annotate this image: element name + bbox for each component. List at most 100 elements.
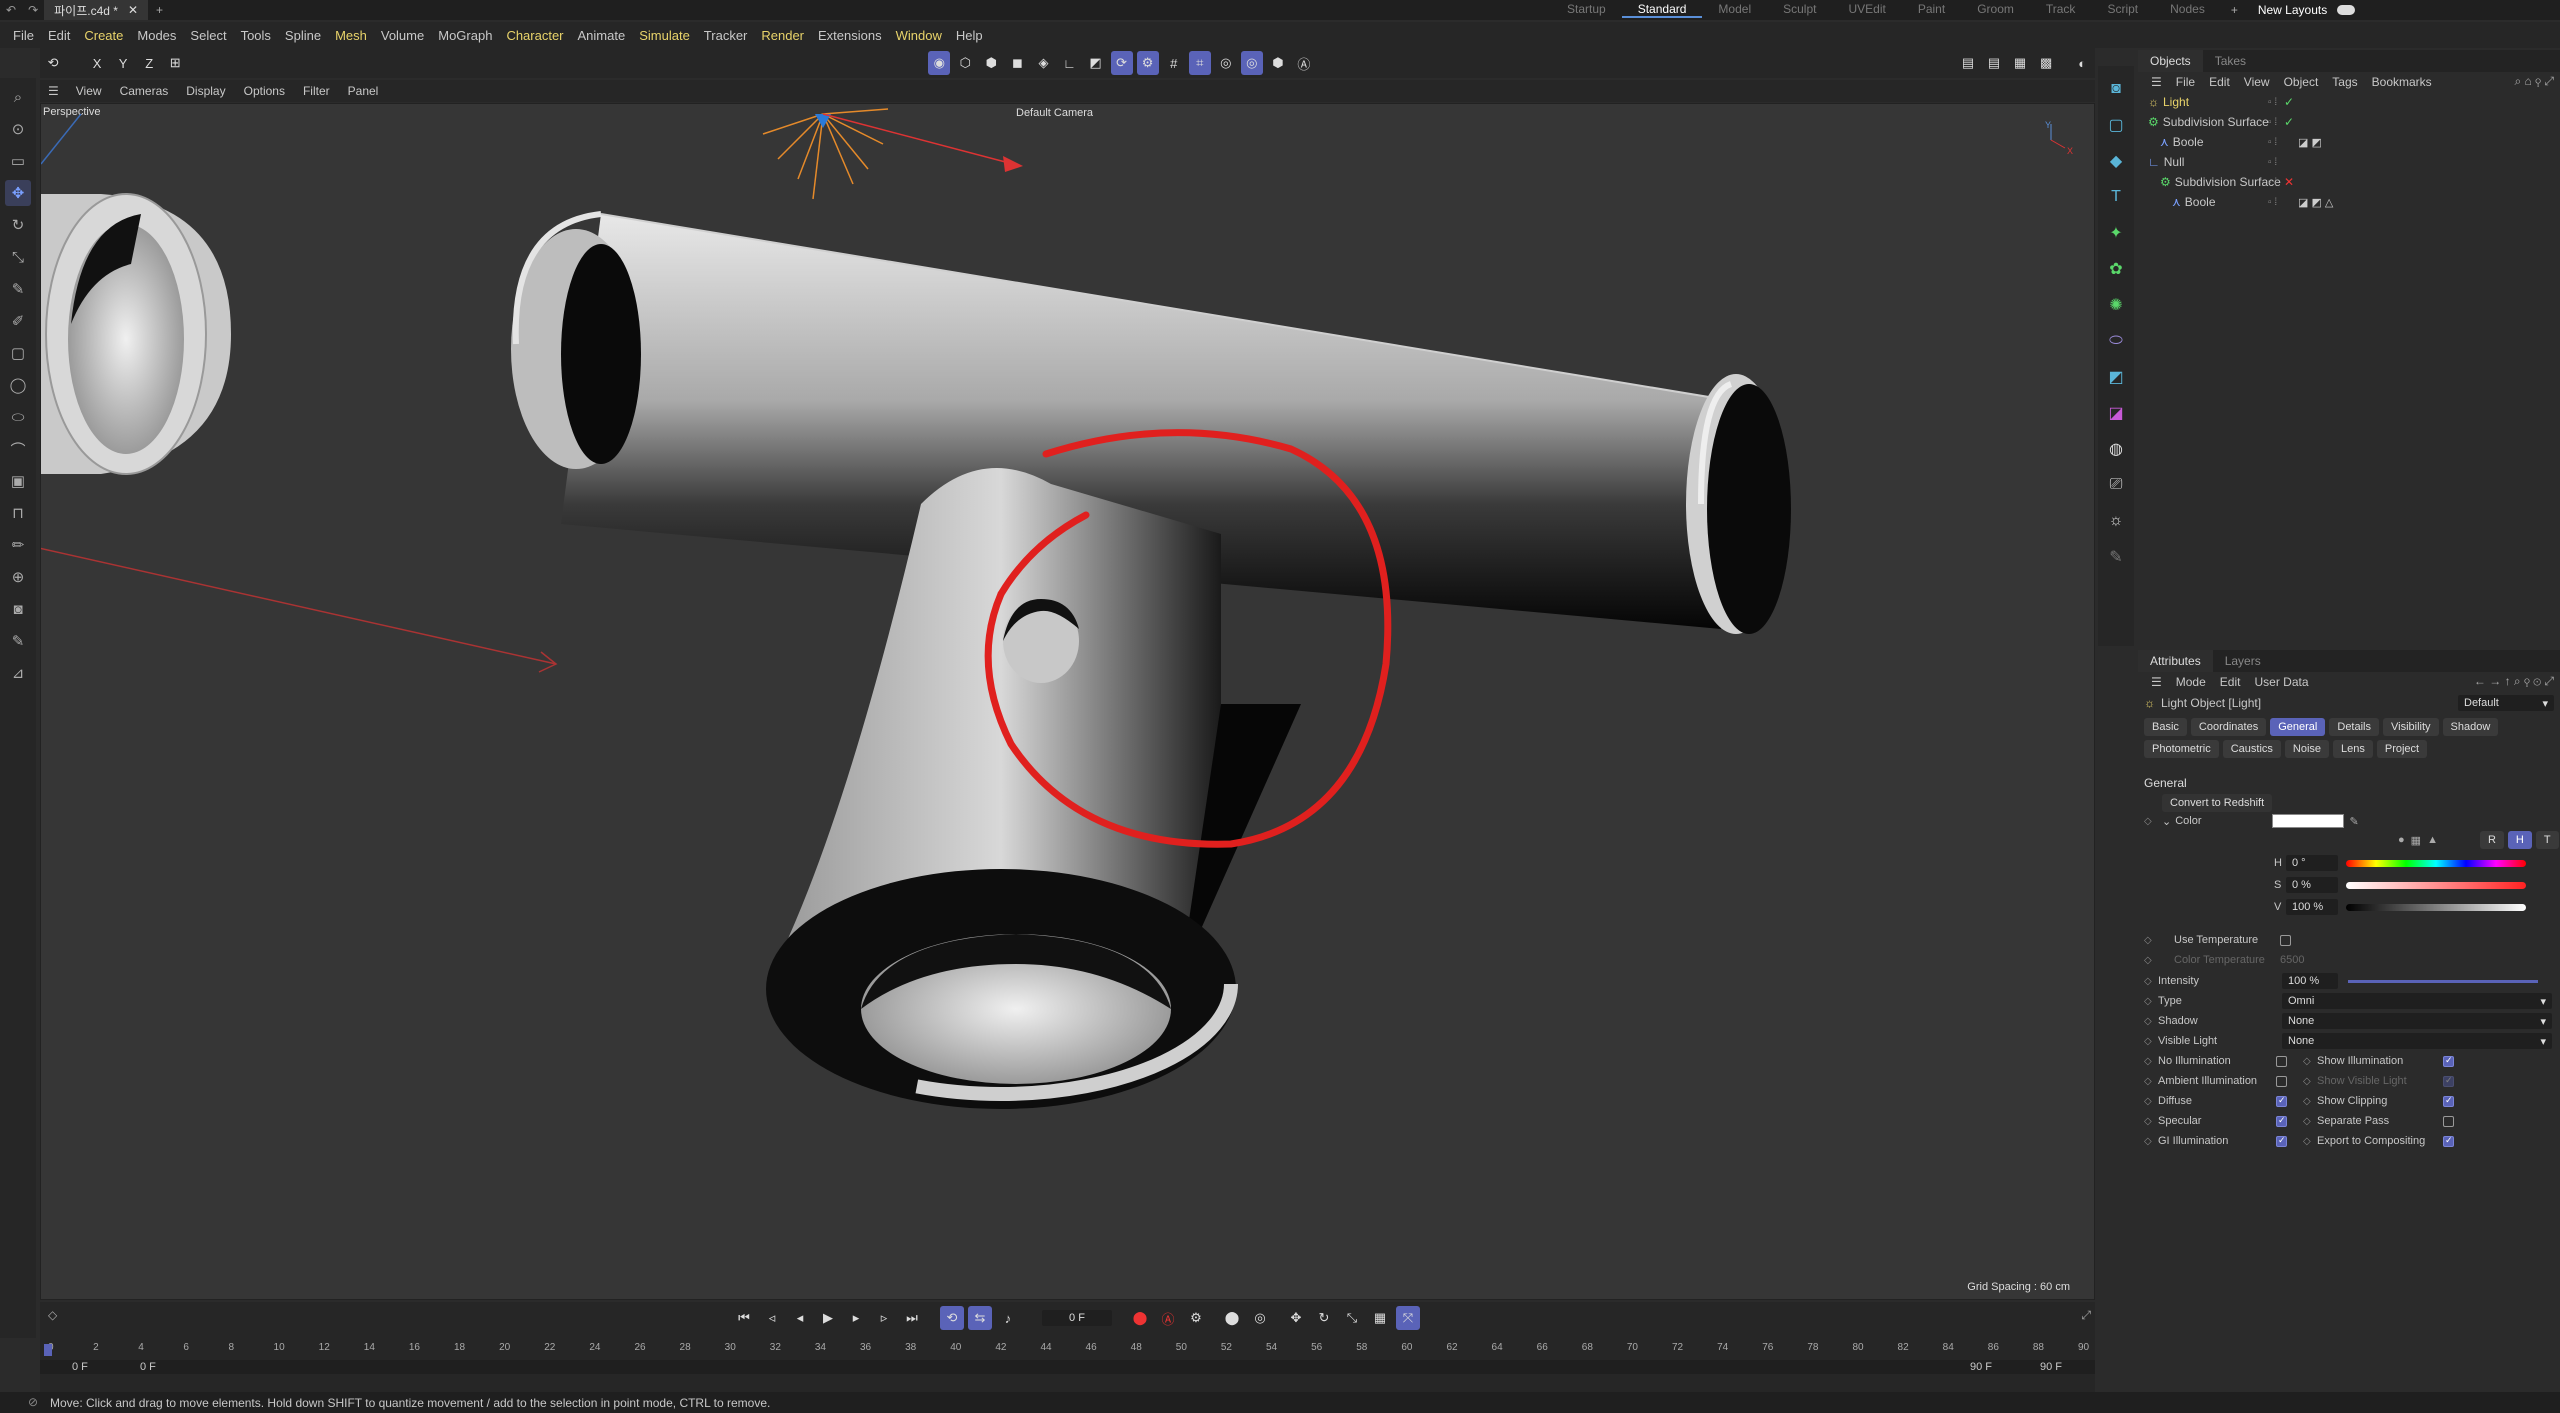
- spline-icon[interactable]: ◪: [2103, 400, 2129, 426]
- edit-icon[interactable]: ✎: [5, 628, 31, 654]
- menu-character[interactable]: Character: [499, 28, 570, 43]
- uv-mode-icon[interactable]: ◈: [1032, 51, 1054, 75]
- objects-search-icon[interactable]: ⌕ ⌂ ⚲ ⤢: [2514, 74, 2554, 89]
- layout-tab-nodes[interactable]: Nodes: [2154, 2, 2221, 18]
- menu-render[interactable]: Render: [754, 28, 811, 43]
- record-icon[interactable]: ⬤: [1128, 1306, 1152, 1330]
- subtab-coordinates[interactable]: Coordinates: [2190, 718, 2267, 736]
- checkbox[interactable]: [2276, 1135, 2287, 1147]
- live-select-icon[interactable]: ▭: [5, 148, 31, 174]
- menu-volume[interactable]: Volume: [374, 28, 431, 43]
- visible-light-dropdown[interactable]: None ▾: [2282, 1033, 2552, 1049]
- cylinder-icon[interactable]: ⬭: [5, 404, 31, 430]
- range-start[interactable]: 0 F: [72, 1361, 88, 1373]
- magnet-icon[interactable]: ⊓: [5, 500, 31, 526]
- enabled-check-icon[interactable]: ✓: [2284, 115, 2294, 129]
- next-key-icon[interactable]: ▹: [872, 1306, 896, 1330]
- hamburger-icon[interactable]: ☰: [2144, 75, 2169, 89]
- autokey-icon[interactable]: Ⓐ: [1156, 1306, 1180, 1330]
- polygons-mode-icon[interactable]: ◼: [1006, 51, 1028, 75]
- undo-view-icon[interactable]: ⟲: [42, 51, 64, 75]
- bridge-icon[interactable]: ⌒: [5, 436, 31, 462]
- wheel-icon[interactable]: ●: [2398, 834, 2405, 846]
- tab-attributes[interactable]: Attributes: [2138, 650, 2213, 672]
- object-row[interactable]: ∟ Null ▫ ⁞: [2138, 152, 2560, 172]
- layout-tab-groom[interactable]: Groom: [1961, 2, 2030, 18]
- visibility-dots-icon[interactable]: ▫ ⁞: [2268, 197, 2277, 208]
- subtab-project[interactable]: Project: [2376, 740, 2428, 758]
- render-view-icon[interactable]: ▤: [1957, 51, 1979, 75]
- playhead[interactable]: [44, 1344, 52, 1356]
- checkbox[interactable]: [2443, 1095, 2454, 1107]
- menu-mograph[interactable]: MoGraph: [431, 28, 499, 43]
- keyframe-icon[interactable]: ◇: [2144, 816, 2158, 827]
- object-row[interactable]: ☼ Light ▫ ⁞ ✓: [2138, 92, 2560, 112]
- hsv-mode-button[interactable]: H: [2507, 831, 2532, 849]
- new-layouts-button[interactable]: New Layouts: [2248, 3, 2337, 17]
- keyframe-icon[interactable]: ◇: [2144, 976, 2158, 987]
- layout-tab-model[interactable]: Model: [1702, 2, 1767, 18]
- soft-select-icon[interactable]: ◎: [1215, 51, 1237, 75]
- layout-tab-standard[interactable]: Standard: [1621, 2, 1703, 18]
- keyframe-icon[interactable]: ◇: [2144, 935, 2158, 946]
- keyframe-icon[interactable]: ◇: [2303, 1096, 2317, 1107]
- menu-window[interactable]: Window: [889, 28, 949, 43]
- preset-dropdown[interactable]: Default ▾: [2458, 695, 2554, 711]
- keyframe-icon[interactable]: ◇: [2144, 1116, 2158, 1127]
- temperature-mode-button[interactable]: T: [2535, 831, 2559, 849]
- paint-icon[interactable]: ✏: [5, 532, 31, 558]
- object-row[interactable]: ⋏ Boole ▫ ⁞ ◪ ◩ △: [2138, 192, 2560, 212]
- color-swatch[interactable]: [2271, 814, 2344, 828]
- subtab-noise[interactable]: Noise: [2284, 740, 2330, 758]
- subtab-visibility[interactable]: Visibility: [2383, 718, 2439, 736]
- shadow-dropdown[interactable]: None ▾: [2282, 1013, 2552, 1029]
- checkbox[interactable]: [2443, 1115, 2454, 1127]
- playback-range-icon[interactable]: ⇆: [968, 1306, 992, 1330]
- object-name[interactable]: Boole: [2185, 195, 2216, 209]
- attributes-menu-mode[interactable]: Mode: [2169, 675, 2213, 689]
- checkbox[interactable]: [2276, 1115, 2287, 1127]
- selection-icon[interactable]: ⊙: [5, 116, 31, 142]
- subtab-photometric[interactable]: Photometric: [2144, 740, 2219, 758]
- view-menu-display[interactable]: Display: [177, 84, 234, 98]
- menu-create[interactable]: Create: [77, 28, 130, 43]
- keyframe-icon[interactable]: ◇: [2144, 996, 2158, 1007]
- rgb-mode-button[interactable]: R: [2479, 831, 2504, 849]
- view-menu-cameras[interactable]: Cameras: [111, 84, 178, 98]
- next-frame-icon[interactable]: ▸: [844, 1306, 868, 1330]
- environment-icon[interactable]: ◍: [2103, 436, 2129, 462]
- objects-menu-file[interactable]: File: [2169, 75, 2202, 89]
- object-row[interactable]: ⚙ Subdivision Surface ▫ ⁞ ✕: [2138, 172, 2560, 192]
- hue-field[interactable]: 0 °: [2286, 855, 2338, 871]
- interpolation-icon[interactable]: ⤧: [1396, 1306, 1420, 1330]
- object-name[interactable]: Boole: [2173, 135, 2204, 149]
- layout-tab-startup[interactable]: Startup: [1551, 2, 1622, 18]
- tab-layers[interactable]: Layers: [2213, 654, 2273, 668]
- scale-icon[interactable]: ⤡: [5, 244, 31, 270]
- object-name[interactable]: Null: [2164, 155, 2185, 169]
- add-tab-icon[interactable]: +: [148, 3, 171, 17]
- use-temperature-checkbox[interactable]: [2280, 934, 2291, 946]
- loop-icon[interactable]: ⟲: [940, 1306, 964, 1330]
- objects-menu-object[interactable]: Object: [2277, 75, 2326, 89]
- visibility-dots-icon[interactable]: ▫ ⁞: [2268, 177, 2277, 188]
- keyframe-icon[interactable]: ◇: [2144, 1036, 2158, 1047]
- keyframe-icon[interactable]: ◇: [2144, 1136, 2158, 1147]
- type-dropdown[interactable]: Omni ▾: [2282, 993, 2552, 1009]
- menu-extensions[interactable]: Extensions: [811, 28, 889, 43]
- hamburger-icon[interactable]: ☰: [40, 84, 67, 98]
- frame-range-bar[interactable]: 0 F 0 F 90 F 90 F: [40, 1360, 2095, 1374]
- subtab-shadow[interactable]: Shadow: [2442, 718, 2499, 736]
- subtab-general[interactable]: General: [2270, 718, 2326, 736]
- weld-icon[interactable]: ⊕: [5, 564, 31, 590]
- view-menu-options[interactable]: Options: [235, 84, 294, 98]
- timeline-expand-icon[interactable]: ⤢: [2081, 1308, 2091, 1323]
- snap-icon[interactable]: ⟳: [1110, 51, 1133, 75]
- hamburger-icon[interactable]: ☰: [2144, 675, 2169, 689]
- lock-icon[interactable]: ⬢: [1267, 51, 1289, 75]
- color-expand-icon[interactable]: ⌄: [2162, 815, 2171, 828]
- symmetry-icon[interactable]: ◎: [1240, 51, 1263, 75]
- auto-icon[interactable]: Ⓐ: [1293, 51, 1315, 75]
- camera-icon[interactable]: ◙: [5, 596, 31, 622]
- tag-icons[interactable]: ◪ ◩: [2298, 136, 2322, 149]
